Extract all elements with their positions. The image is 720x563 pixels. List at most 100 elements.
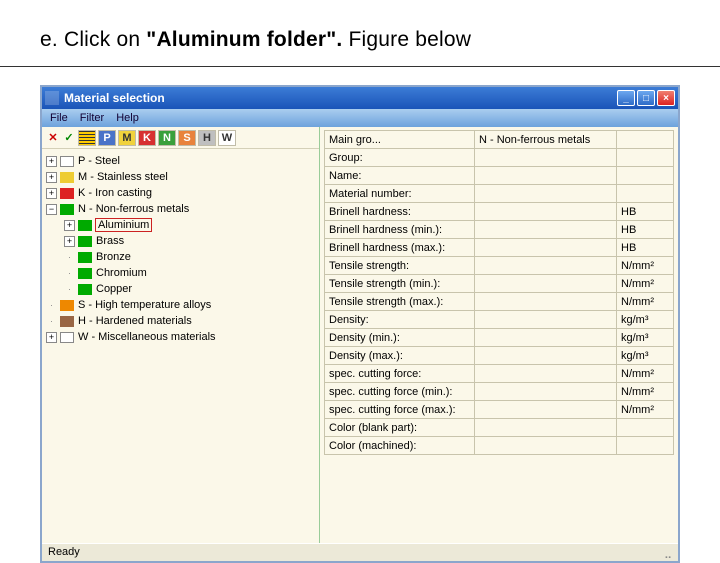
property-label: Tensile strength (min.): xyxy=(325,275,475,292)
tree-node[interactable]: · Copper xyxy=(46,281,317,297)
tree-panel: ✕ ✓ PMKNSHW + P - Steel +M - Stainless ste… xyxy=(42,127,320,543)
property-unit: N/mm² xyxy=(617,293,673,310)
caption-prefix: e. Click on xyxy=(40,28,146,51)
property-unit: HB xyxy=(617,221,673,238)
filter-button-s[interactable]: S xyxy=(178,130,196,146)
tree-node[interactable]: +Aluminium xyxy=(46,217,317,233)
material-tree[interactable]: + P - Steel +M - Stainless steel+K - Iron … xyxy=(42,149,319,345)
property-label: Color (blank part): xyxy=(325,419,475,436)
tree-node[interactable]: · Bronze xyxy=(46,249,317,265)
property-row: Density (max.):kg/m³ xyxy=(324,346,674,365)
filter-button-p[interactable]: P xyxy=(98,130,116,146)
caption-bold: "Aluminum folder". xyxy=(146,28,342,51)
tree-connector: · xyxy=(64,252,75,262)
striped-filter-icon[interactable] xyxy=(78,130,96,146)
property-value[interactable] xyxy=(475,257,617,274)
expand-icon[interactable]: + xyxy=(64,236,75,247)
property-value[interactable] xyxy=(475,239,617,256)
tree-node[interactable]: ·H - Hardened materials xyxy=(46,313,317,329)
property-label: Tensile strength: xyxy=(325,257,475,274)
property-label: Color (machined): xyxy=(325,437,475,454)
tree-node[interactable]: ·Chromium xyxy=(46,265,317,281)
expand-icon[interactable]: + xyxy=(64,220,75,231)
folder-icon xyxy=(78,252,92,263)
ok-icon[interactable]: ✓ xyxy=(62,130,76,146)
filter-button-h[interactable]: H xyxy=(198,130,216,146)
tree-connector: · xyxy=(46,300,57,310)
property-value[interactable] xyxy=(475,167,617,184)
folder-icon xyxy=(78,268,92,279)
property-value[interactable] xyxy=(475,347,617,364)
close-button[interactable]: × xyxy=(657,90,675,106)
titlebar[interactable]: Material selection _ □ × xyxy=(42,87,678,109)
property-label: Brinell hardness (min.): xyxy=(325,221,475,238)
filter-button-w[interactable]: W xyxy=(218,130,236,146)
tree-label: H - Hardened materials xyxy=(78,315,192,327)
property-value[interactable] xyxy=(475,185,617,202)
property-value[interactable] xyxy=(475,419,617,436)
property-label: spec. cutting force (min.): xyxy=(325,383,475,400)
property-value[interactable] xyxy=(475,203,617,220)
property-value[interactable] xyxy=(475,293,617,310)
filter-button-k[interactable]: K xyxy=(138,130,156,146)
property-unit: kg/m³ xyxy=(617,311,673,328)
tree-node[interactable]: +Brass xyxy=(46,233,317,249)
tree-label: N - Non-ferrous metals xyxy=(78,203,189,215)
maximize-button[interactable]: □ xyxy=(637,90,655,106)
collapse-icon[interactable]: − xyxy=(46,204,57,215)
tree-node[interactable]: + W - Miscellaneous materials xyxy=(46,329,317,345)
tree-node[interactable]: − N - Non-ferrous metals xyxy=(46,201,317,217)
tree-label: Bronze xyxy=(96,251,131,263)
property-value[interactable] xyxy=(475,365,617,382)
filter-button-m[interactable]: M xyxy=(118,130,136,146)
tree-node[interactable]: +M - Stainless steel xyxy=(46,169,317,185)
property-label: spec. cutting force (max.): xyxy=(325,401,475,418)
property-row: Brinell hardness:HB xyxy=(324,202,674,221)
property-value[interactable] xyxy=(475,401,617,418)
statusbar: Ready ⣀ xyxy=(42,543,678,561)
property-label: Material number: xyxy=(325,185,475,202)
property-unit xyxy=(617,167,673,184)
tree-label: W - Miscellaneous materials xyxy=(78,331,216,343)
property-unit: HB xyxy=(617,203,673,220)
expand-icon[interactable]: + xyxy=(46,188,57,199)
property-value[interactable] xyxy=(475,149,617,166)
tree-node[interactable]: + P - Steel xyxy=(46,153,317,169)
property-value[interactable] xyxy=(475,221,617,238)
property-row: Tensile strength:N/mm² xyxy=(324,256,674,275)
property-unit xyxy=(617,149,673,166)
folder-icon xyxy=(60,172,74,183)
property-value[interactable]: N - Non-ferrous metals xyxy=(475,131,617,148)
tree-connector: · xyxy=(64,284,75,294)
tree-label: P - Steel xyxy=(78,155,120,167)
property-label: Group: xyxy=(325,149,475,166)
property-unit: N/mm² xyxy=(617,383,673,400)
property-value[interactable] xyxy=(475,311,617,328)
tree-label: Chromium xyxy=(96,267,147,279)
property-value[interactable] xyxy=(475,437,617,454)
property-value[interactable] xyxy=(475,275,617,292)
cancel-icon[interactable]: ✕ xyxy=(46,130,60,146)
property-unit xyxy=(617,437,673,454)
menu-file[interactable]: File xyxy=(50,112,68,124)
expand-icon[interactable]: + xyxy=(46,172,57,183)
property-value[interactable] xyxy=(475,329,617,346)
property-unit: N/mm² xyxy=(617,365,673,382)
menu-filter[interactable]: Filter xyxy=(80,112,104,124)
property-label: Density: xyxy=(325,311,475,328)
menu-help[interactable]: Help xyxy=(116,112,139,124)
minimize-button[interactable]: _ xyxy=(617,90,635,106)
property-row: Brinell hardness (max.):HB xyxy=(324,238,674,257)
resize-grip-icon[interactable]: ⣀ xyxy=(664,546,672,559)
property-row: Tensile strength (max.):N/mm² xyxy=(324,292,674,311)
tree-label: Copper xyxy=(96,283,132,295)
filter-button-n[interactable]: N xyxy=(158,130,176,146)
expand-icon[interactable]: + xyxy=(46,156,57,167)
expand-icon[interactable]: + xyxy=(46,332,57,343)
property-value[interactable] xyxy=(475,383,617,400)
property-row: Group: xyxy=(324,148,674,167)
property-row: spec. cutting force (min.): N/mm² xyxy=(324,382,674,401)
tree-node[interactable]: +K - Iron casting xyxy=(46,185,317,201)
tree-node[interactable]: ·S - High temperature alloys xyxy=(46,297,317,313)
status-text: Ready xyxy=(48,546,80,558)
